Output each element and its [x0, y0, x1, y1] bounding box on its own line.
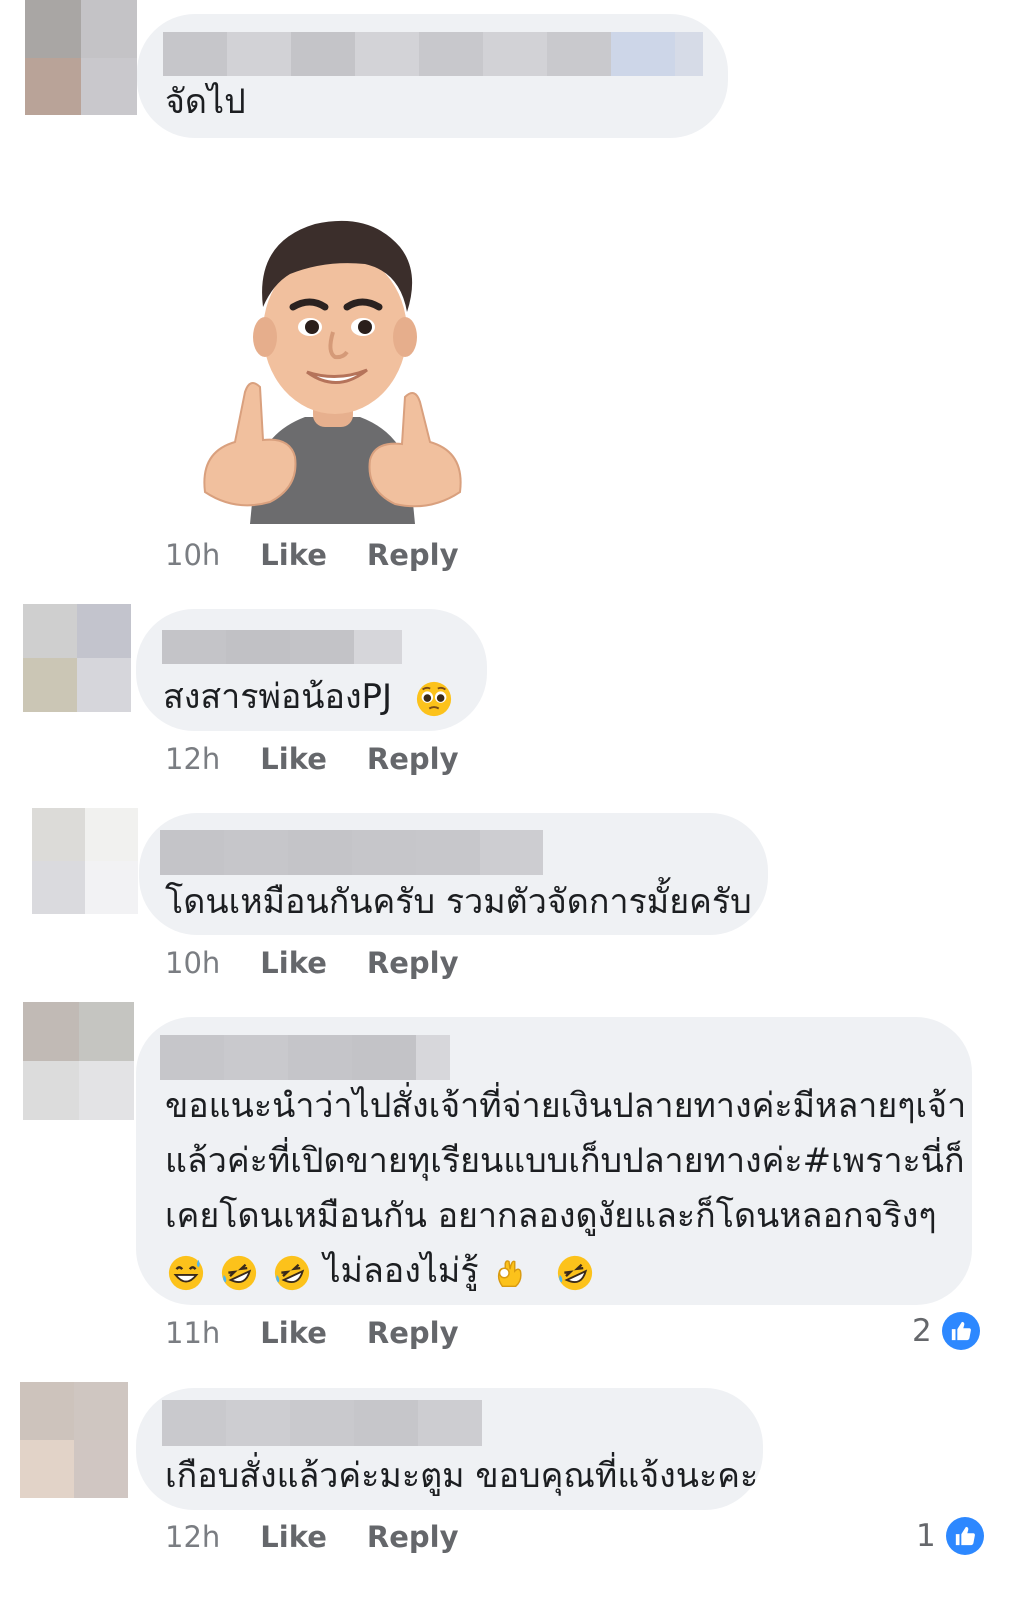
like-button[interactable]: Like: [260, 946, 327, 980]
rofl-icon: [221, 1255, 256, 1290]
rofl-icon: [558, 1255, 593, 1290]
thumbs-up-avatar-sticker: [203, 220, 462, 524]
comment-time[interactable]: 12h: [165, 1520, 220, 1554]
reply-button[interactable]: Reply: [367, 1520, 459, 1554]
comment-time[interactable]: 11h: [165, 1316, 220, 1350]
comment-line-3: เคยโดนเหมือนกัน อยากลองดูงัยและก็โดนหลอก…: [165, 1196, 937, 1236]
comment-line-1: ขอแนะนำว่าไปสั่งเจ้าที่จ่ายเงินปลายทางค่…: [165, 1086, 967, 1126]
comment-line-4: ไม่ลองไม่รู้: [165, 1243, 596, 1299]
sweat-smile-icon: [168, 1255, 204, 1290]
commenter-name[interactable]: [160, 830, 543, 875]
reaction-count: 2: [912, 1313, 932, 1349]
commenter-avatar[interactable]: [20, 1382, 128, 1498]
reply-button[interactable]: Reply: [367, 742, 459, 776]
reaction-summary[interactable]: 1: [916, 1517, 984, 1555]
like-button[interactable]: Like: [260, 1520, 327, 1554]
commenter-name[interactable]: [163, 32, 703, 76]
commenter-name[interactable]: [160, 1035, 450, 1080]
comment-text: เกือบสั่งแล้วค่ะมะตูม ขอบคุณที่แจ้งนะคะ: [165, 1456, 759, 1496]
commenter-name[interactable]: [162, 1400, 482, 1446]
comment-actions: 12h Like Reply: [165, 1520, 459, 1554]
comment-line-2: แล้วค่ะที่เปิดขายทุเรียนแบบเก็บปลายทางค่…: [165, 1141, 965, 1181]
ok-hand-icon: [498, 1259, 522, 1287]
reaction-summary[interactable]: 2: [912, 1312, 980, 1350]
reply-button[interactable]: Reply: [367, 946, 459, 980]
comment-text: จัดไป: [165, 82, 246, 122]
like-button[interactable]: Like: [260, 742, 327, 776]
like-button[interactable]: Like: [260, 538, 327, 572]
commenter-avatar[interactable]: [25, 0, 137, 115]
pleading-face-icon: [416, 681, 452, 716]
commenter-avatar[interactable]: [23, 1002, 134, 1120]
commenter-avatar[interactable]: [32, 808, 138, 914]
commenter-avatar[interactable]: [23, 604, 131, 712]
comment-actions: 10h Like Reply: [165, 946, 459, 980]
comment-text: สงสารพ่อน้องPJ: [163, 669, 455, 725]
comment-time[interactable]: 10h: [165, 946, 220, 980]
comment-actions: 11h Like Reply: [165, 1316, 459, 1350]
comment-line-4-text: ไม่ลองไม่รู้: [323, 1251, 479, 1291]
reply-button[interactable]: Reply: [367, 1316, 459, 1350]
comment-text-content: สงสารพ่อน้องPJ: [163, 677, 393, 717]
comment-text: โดนเหมือนกันครับ รวมตัวจัดการมั้ยครับ: [165, 882, 752, 922]
like-button[interactable]: Like: [260, 1316, 327, 1350]
rofl-icon: [274, 1255, 309, 1290]
comment-time[interactable]: 10h: [165, 538, 220, 572]
reply-button[interactable]: Reply: [367, 538, 459, 572]
comment-time[interactable]: 12h: [165, 742, 220, 776]
comment-actions: 12h Like Reply: [165, 742, 459, 776]
like-reaction-icon: [945, 1517, 984, 1555]
reaction-count: 1: [916, 1518, 936, 1554]
commenter-name[interactable]: [162, 630, 402, 664]
comment-actions: 10h Like Reply: [165, 538, 459, 572]
like-reaction-icon: [941, 1312, 980, 1350]
